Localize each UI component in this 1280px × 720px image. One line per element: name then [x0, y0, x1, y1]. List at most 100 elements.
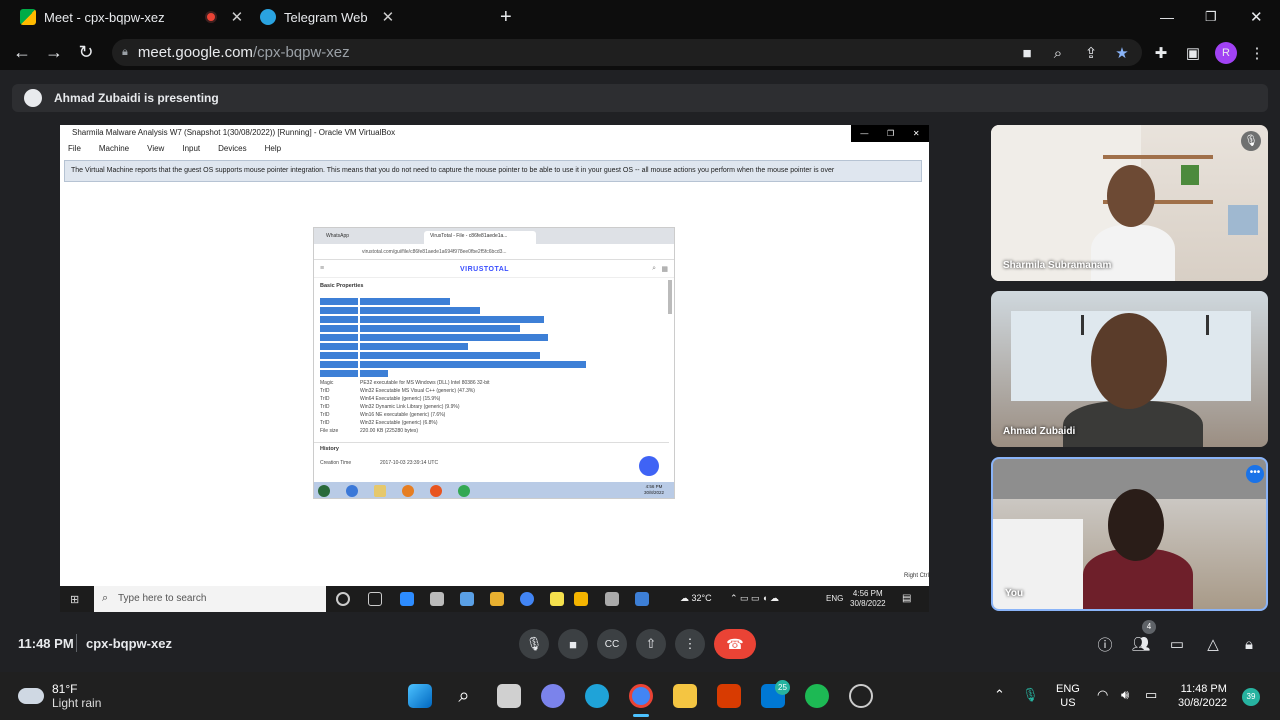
- more-vert-icon: ⋮: [683, 636, 697, 651]
- meeting-info-icon[interactable]: ⓘ: [1094, 633, 1116, 655]
- chat-app-icon[interactable]: [541, 684, 565, 708]
- meet-icon: [20, 9, 36, 25]
- office-icon[interactable]: [717, 684, 741, 708]
- activities-icon[interactable]: △: [1202, 633, 1224, 655]
- history-row: Creation Time 2017-10-03 23:39:14 UTC: [320, 460, 660, 468]
- profile-avatar[interactable]: R: [1215, 42, 1237, 64]
- notification-count-badge[interactable]: 39: [1242, 688, 1260, 706]
- tab-meet-title: Meet - cpx-bqpw-xez: [44, 9, 165, 25]
- browser-tab-strip: Meet - cpx-bqpw-xez ✕ Telegram Web ✕ + —…: [0, 0, 1280, 34]
- extensions-icon[interactable]: ✚: [1150, 42, 1172, 64]
- bookmark-star-icon[interactable]: ★: [1111, 42, 1133, 64]
- property-value: Win32 Executable (generic) (6.8%): [360, 420, 438, 426]
- system-clock[interactable]: 11:48 PM 30/8/2022: [1178, 682, 1227, 710]
- selected-row: [320, 343, 660, 351]
- history-key: Creation Time: [320, 460, 352, 466]
- people-icon[interactable]: 👥︎: [1130, 633, 1152, 655]
- file-explorer-icon[interactable]: [673, 684, 697, 708]
- vm-scrollbar: [668, 280, 672, 314]
- present-screen-icon: ⇧: [645, 636, 657, 651]
- host-temperature: 32°C: [691, 593, 712, 603]
- side-panel-icon[interactable]: ▣: [1182, 42, 1204, 64]
- system-time: 11:48 PM: [1180, 683, 1227, 695]
- property-key: TrID: [320, 420, 330, 426]
- property-value: Win16 NE executable (generic) (7.6%): [360, 412, 446, 418]
- volume-icon[interactable]: 🔊︎: [1121, 687, 1129, 703]
- camera-icon[interactable]: ■: [1016, 42, 1038, 64]
- menu-icon[interactable]: ⋮: [1246, 42, 1268, 64]
- participant-tile-sharmila[interactable]: 🎙︎ Sharmila Subramanam: [991, 125, 1268, 281]
- search-icon[interactable]: ⌕: [452, 684, 476, 708]
- close-window-icon[interactable]: ✕: [1250, 0, 1263, 34]
- tab-telegram-title: Telegram Web: [284, 9, 368, 25]
- ie-icon: [346, 485, 358, 497]
- host-language: ENG: [826, 594, 844, 603]
- vm-guest-screen: WhatsApp VirusTotal - File - c86fe81aede…: [313, 227, 675, 499]
- tab-telegram[interactable]: Telegram Web ✕: [260, 0, 394, 34]
- chrome-icon[interactable]: [629, 684, 653, 708]
- virtualbox-icon: [605, 592, 619, 606]
- spotify-icon[interactable]: [805, 684, 829, 708]
- menu-devices: Devices: [218, 143, 247, 153]
- microphone-tray-icon[interactable]: 🎙︎: [1022, 687, 1039, 703]
- close-tab-icon[interactable]: ✕: [231, 8, 244, 26]
- more-options-icon[interactable]: •••: [1246, 465, 1264, 483]
- microphone-icon: 🎙︎: [525, 636, 543, 651]
- obs-icon[interactable]: [849, 684, 873, 708]
- task-view-icon[interactable]: [497, 684, 521, 708]
- mic-off-icon: 🎙︎: [1241, 131, 1261, 151]
- present-button[interactable]: ⇧: [636, 629, 666, 659]
- virtualbox-status-bar: Right Ctrl: [903, 573, 929, 579]
- virtualbox-vm-icon: [635, 592, 649, 606]
- chevron-up-icon[interactable]: ⌃: [994, 687, 1005, 703]
- selected-row: [320, 370, 660, 378]
- virtualbox-title: Sharmila Malware Analysis W7 (Snapshot 1…: [60, 125, 929, 140]
- back-icon[interactable]: ←: [10, 40, 34, 64]
- more-options-button[interactable]: ⋮: [675, 629, 705, 659]
- host-controls-icon[interactable]: 🔒︎: [1238, 633, 1260, 655]
- participant-tile-ahmad[interactable]: Ahmad Zubaidi: [991, 291, 1268, 447]
- start-orb-icon: [318, 485, 330, 497]
- zoom-app-icon: [400, 592, 414, 606]
- camera-button[interactable]: ■: [558, 629, 588, 659]
- shared-screen: Sharmila Malware Analysis W7 (Snapshot 1…: [60, 125, 929, 612]
- folder-icon: [490, 592, 504, 606]
- minimize-window-icon[interactable]: —: [1160, 0, 1174, 34]
- explorer-icon: [374, 485, 386, 497]
- end-call-button[interactable]: ☎: [714, 629, 756, 659]
- system-date: 30/8/2022: [1178, 697, 1227, 709]
- language-indicator[interactable]: ENG US: [1056, 682, 1080, 710]
- property-key: TrID: [320, 396, 330, 402]
- address-bar[interactable]: 🔒︎ meet.google.com/cpx-bqpw-xez: [112, 39, 1142, 66]
- battery-icon[interactable]: ▭: [1145, 687, 1157, 703]
- participant-body: [1091, 225, 1175, 281]
- edge-icon[interactable]: [585, 684, 609, 708]
- history-heading: History: [320, 446, 339, 452]
- wifi-icon[interactable]: ◠: [1097, 687, 1108, 703]
- weather-widget[interactable]: 81°F Light rain: [18, 682, 101, 710]
- zoom-icon[interactable]: ⌕: [1047, 42, 1069, 64]
- reload-icon[interactable]: ↻: [74, 40, 98, 64]
- microphone-button[interactable]: 🎙︎: [519, 629, 549, 659]
- close-tab-icon[interactable]: ✕: [382, 8, 395, 26]
- basic-properties-heading: Basic Properties: [320, 283, 364, 289]
- property-row: TrID Win64 Executable (generic) (15.9%): [320, 396, 660, 404]
- share-icon[interactable]: ⇪: [1080, 42, 1102, 64]
- property-key: TrID: [320, 412, 330, 418]
- weather-description: Light rain: [52, 696, 102, 710]
- mouse-integration-notice: The Virtual Machine reports that the gue…: [64, 160, 922, 182]
- chat-icon[interactable]: ▭: [1166, 633, 1188, 655]
- participant-tile-you[interactable]: ••• You: [991, 457, 1268, 611]
- restore-window-icon[interactable]: ❐: [1205, 0, 1217, 34]
- windows-taskbar: 81°F Light rain ⌕ 25 ⌃ 🎙︎ ENG US ◠ 🔊︎ ▭ …: [0, 672, 1280, 720]
- host-clock: 4:56 PM 30/8/2022: [850, 589, 886, 609]
- chat-bubble-icon: [639, 456, 659, 476]
- property-row: TrID Win32 Dynamic Link Library (generic)…: [320, 404, 660, 412]
- tab-meet[interactable]: Meet - cpx-bqpw-xez ✕: [20, 0, 243, 34]
- start-button[interactable]: [408, 684, 432, 708]
- host-clock-date: 30/8/2022: [850, 599, 886, 608]
- new-tab-button[interactable]: +: [500, 0, 512, 34]
- captions-button[interactable]: CC: [597, 629, 627, 659]
- forward-icon[interactable]: →: [42, 40, 66, 64]
- selected-row: [320, 334, 660, 342]
